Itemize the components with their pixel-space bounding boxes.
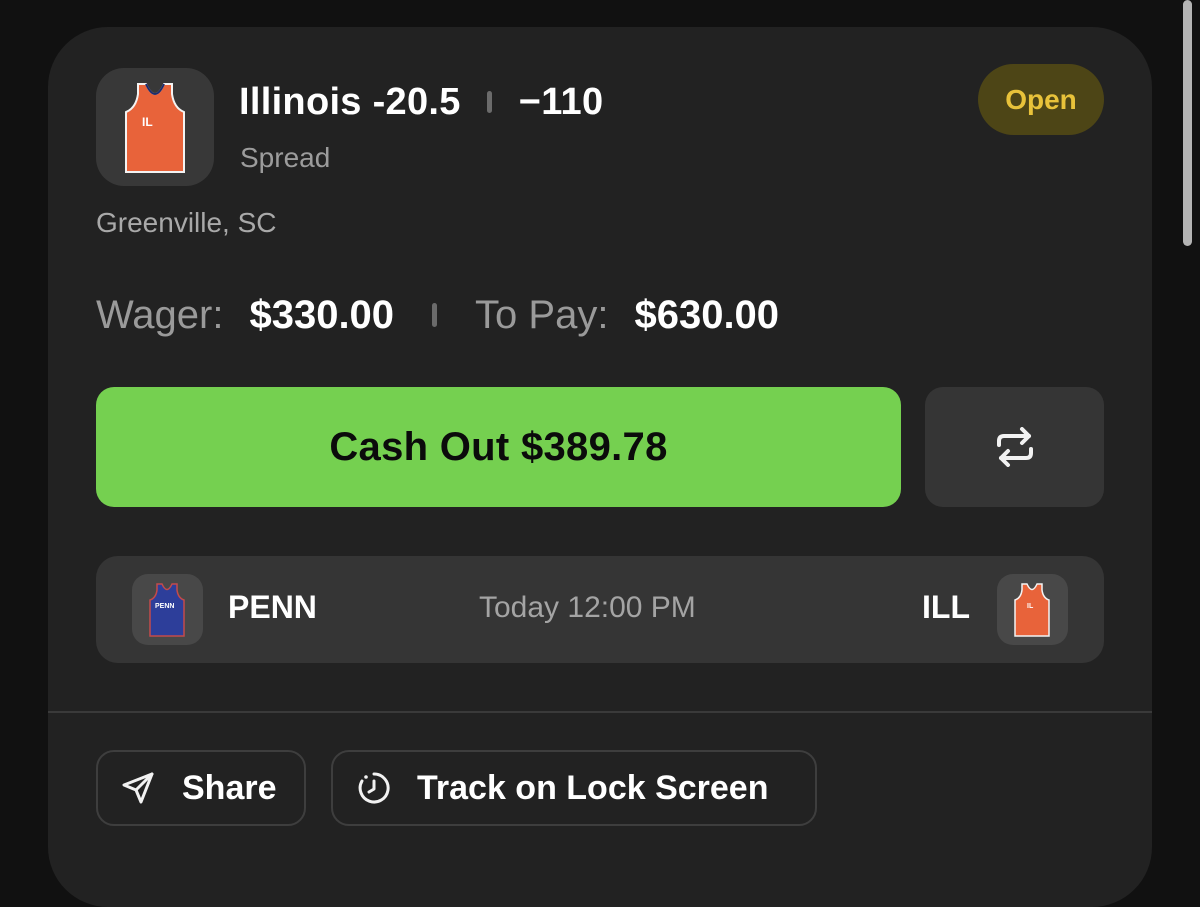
to-pay-value: $630.00 (634, 292, 780, 337)
separator (432, 303, 438, 327)
jersey-icon: PENN (149, 583, 185, 637)
divider (48, 711, 1152, 713)
cash-out-button[interactable]: Cash Out $389.78 (96, 387, 901, 507)
refresh-icon (996, 427, 1033, 467)
clock-icon (357, 771, 391, 805)
track-lock-screen-label: Track on Lock Screen (417, 768, 769, 807)
jersey-text: IL (142, 115, 153, 129)
bet-odds: −110 (518, 80, 604, 123)
separator (486, 91, 492, 113)
game-time: Today 12:00 PM (479, 591, 696, 624)
home-team-abbr: ILL (922, 589, 970, 625)
scrollbar[interactable] (1183, 0, 1192, 246)
track-lock-screen-button[interactable]: Track on Lock Screen (331, 750, 817, 826)
status-badge: Open (978, 64, 1104, 135)
refresh-button[interactable] (925, 387, 1104, 507)
bet-team: Illinois -20.5 (239, 80, 461, 123)
bet-title: Illinois -20.5 −110 (239, 78, 603, 126)
team-jersey-tile: IL (96, 68, 214, 186)
jersey-icon: IL (125, 83, 185, 173)
away-team-abbr: PENN (228, 589, 317, 625)
to-pay-label: To Pay: (475, 292, 609, 337)
jersey-text: IL (1027, 603, 1034, 610)
away-team-jersey-tile: PENN (132, 574, 203, 645)
share-button[interactable]: Share (96, 750, 306, 826)
share-label: Share (182, 768, 277, 807)
bet-type: Spread (240, 142, 331, 173)
send-icon (120, 770, 156, 806)
amounts-row: Wager: $330.00 To Pay: $630.00 (96, 290, 779, 340)
wager-value: $330.00 (249, 292, 395, 337)
jersey-icon: IL (1014, 583, 1050, 637)
game-location: Greenville, SC (96, 207, 277, 238)
jersey-text: PENN (155, 603, 174, 610)
wager-label: Wager: (96, 292, 224, 337)
home-team-jersey-tile: IL (997, 574, 1068, 645)
matchup-row[interactable]: PENN PENN Today 12:00 PM ILL IL (96, 556, 1104, 663)
